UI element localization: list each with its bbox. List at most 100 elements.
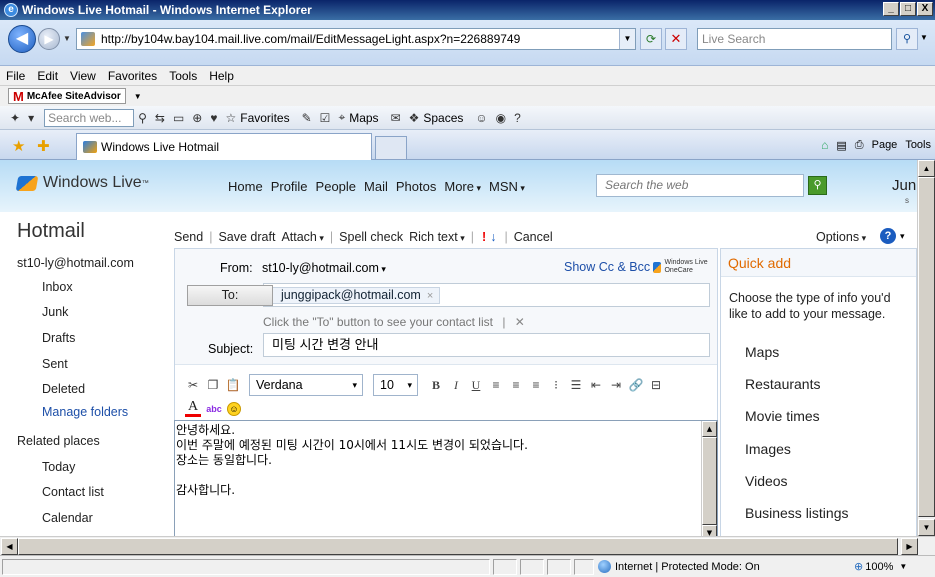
menu-file[interactable]: File xyxy=(6,69,25,83)
spell-check-button[interactable]: Spell check xyxy=(339,230,403,244)
nav-home[interactable]: Home xyxy=(228,179,263,194)
feeds-icon[interactable]: ▤ xyxy=(836,139,846,152)
horizontal-scroll-thumb[interactable] xyxy=(18,538,898,555)
increase-indent-icon[interactable]: ⇥ xyxy=(608,377,624,393)
editor-scroll-thumb[interactable] xyxy=(702,437,717,525)
font-size-select[interactable]: 10 xyxy=(373,374,418,396)
recipient-chip[interactable]: junggipack@hotmail.com × xyxy=(270,287,441,304)
home-icon[interactable]: ⌂ xyxy=(821,138,828,152)
new-tab-button[interactable] xyxy=(375,136,407,159)
show-cc-bcc-link[interactable]: Show Cc & Bcc xyxy=(564,260,650,274)
search-options-dropdown-icon[interactable]: ▼ xyxy=(920,33,928,42)
add-favorite-icon[interactable]: ✚ xyxy=(37,137,50,155)
horizontal-rule-icon[interactable]: ⊟ xyxy=(648,377,664,393)
menu-view[interactable]: View xyxy=(70,69,96,83)
address-dropdown-icon[interactable]: ▼ xyxy=(619,29,635,49)
nav-msn[interactable]: MSN xyxy=(489,179,525,194)
close-button[interactable]: X xyxy=(917,2,933,16)
zoom-control[interactable]: ⊕ 100% ▼ xyxy=(854,560,907,574)
account-email[interactable]: st10-ly@hotmail.com xyxy=(17,256,134,270)
menu-favorites[interactable]: Favorites xyxy=(108,69,157,83)
highlight-icon[interactable]: ⇆ xyxy=(155,111,165,125)
align-center-icon[interactable]: ≡ xyxy=(508,377,524,393)
from-select[interactable]: st10-ly@hotmail.com xyxy=(262,261,386,275)
page-horizontal-scrollbar[interactable]: ◀ ▶ xyxy=(0,536,935,555)
save-draft-button[interactable]: Save draft xyxy=(218,230,275,244)
subject-input[interactable]: 미팅 시간 변경 안내 xyxy=(263,333,710,357)
editor-scroll-up-icon[interactable]: ▲ xyxy=(702,421,717,437)
quick-add-images[interactable]: Images xyxy=(745,441,791,457)
spell-check-icon[interactable]: abc xyxy=(205,404,223,414)
editor-scrollbar[interactable]: ▲ ▼ xyxy=(701,421,717,536)
manage-folders-link[interactable]: Manage folders xyxy=(42,405,128,419)
toolbar-maps[interactable]: Maps xyxy=(349,111,378,125)
web-search-button[interactable]: ⚲ xyxy=(808,176,827,195)
mail-icon[interactable]: ✉ xyxy=(391,111,401,125)
toolbar-dropdown-icon[interactable]: ▾ xyxy=(28,111,34,125)
decrease-indent-icon[interactable]: ⇤ xyxy=(588,377,604,393)
menu-edit[interactable]: Edit xyxy=(37,69,58,83)
help-icon[interactable]: ? xyxy=(880,228,896,244)
low-importance-icon[interactable]: ↓ xyxy=(490,230,496,244)
emoticon-icon[interactable]: ☺ xyxy=(227,401,241,416)
toolbar-favorites[interactable]: Favorites xyxy=(240,111,289,125)
related-today[interactable]: Today xyxy=(42,460,75,474)
forward-button[interactable]: ▶ xyxy=(38,28,60,50)
page-menu[interactable]: Page xyxy=(872,139,898,151)
zoom-dropdown-icon[interactable]: ▼ xyxy=(899,562,907,571)
scroll-down-icon[interactable]: ▼ xyxy=(918,519,935,536)
tab-windows-live-hotmail[interactable]: Windows Live Hotmail xyxy=(76,133,372,160)
page-vertical-scrollbar[interactable]: ▲ ▼ xyxy=(917,160,935,536)
quick-add-videos[interactable]: Videos xyxy=(745,473,788,489)
toolbar-spaces[interactable]: Spaces xyxy=(423,111,463,125)
maximize-button[interactable]: □ xyxy=(900,2,916,16)
bold-button[interactable]: B xyxy=(428,377,444,393)
to-field[interactable]: junggipack@hotmail.com × xyxy=(263,283,710,307)
menu-tools[interactable]: Tools xyxy=(169,69,197,83)
windows-live-logo[interactable]: Windows Live ™ xyxy=(15,174,149,192)
nav-profile[interactable]: Profile xyxy=(271,179,308,194)
numbered-list-icon[interactable]: ⁝ xyxy=(548,377,564,393)
folder-deleted[interactable]: Deleted xyxy=(42,382,85,396)
messenger-icon[interactable]: ☺ xyxy=(475,111,487,125)
copy-icon[interactable]: ❐ xyxy=(205,377,221,393)
folder-drafts[interactable]: Drafts xyxy=(42,331,75,345)
edit-icon[interactable]: ☑ xyxy=(320,111,331,125)
quick-add-business-listings[interactable]: Business listings xyxy=(745,505,849,521)
folder-junk[interactable]: Junk xyxy=(42,305,68,319)
search-web-input[interactable]: Search web... xyxy=(44,108,135,127)
favorites-center-icon[interactable]: ★ xyxy=(12,137,25,155)
pen-icon[interactable]: ✎ xyxy=(302,111,312,125)
related-contact-list[interactable]: Contact list xyxy=(42,485,104,499)
search-go-button[interactable]: ⚲ xyxy=(896,28,918,50)
print-icon[interactable]: ⎙ xyxy=(855,139,864,152)
scroll-left-icon[interactable]: ◀ xyxy=(1,538,18,555)
link-icon[interactable]: 🔗 xyxy=(628,377,644,393)
address-bar[interactable]: http://by104w.bay104.mail.live.com/mail/… xyxy=(76,28,636,50)
security-zone[interactable]: Internet | Protected Mode: On xyxy=(598,560,760,573)
page-scroll-thumb[interactable] xyxy=(918,177,935,517)
nav-mail[interactable]: Mail xyxy=(364,179,388,194)
font-family-select[interactable]: Verdana xyxy=(249,374,363,396)
toolbar-help-icon[interactable]: ? xyxy=(514,111,521,125)
onecare-icon[interactable]: ◉ xyxy=(496,111,506,125)
nav-people[interactable]: People xyxy=(316,179,356,194)
favorites-star-icon[interactable]: ☆ xyxy=(225,111,236,125)
align-left-icon[interactable]: ≡ xyxy=(488,377,504,393)
live-search-input[interactable]: Live Search xyxy=(697,28,892,50)
history-dropdown-icon[interactable]: ▼ xyxy=(63,34,71,43)
folder-inbox[interactable]: Inbox xyxy=(42,280,73,294)
cut-icon[interactable]: ✂ xyxy=(185,377,201,393)
minimize-button[interactable]: _ xyxy=(883,2,899,16)
folder-sent[interactable]: Sent xyxy=(42,357,68,371)
tools-menu[interactable]: Tools xyxy=(905,139,931,151)
refresh-button[interactable]: ⟳ xyxy=(640,28,662,50)
editor-scroll-down-icon[interactable]: ▼ xyxy=(702,525,717,536)
back-button[interactable]: ◀ xyxy=(8,25,36,53)
attach-button[interactable]: Attach xyxy=(281,230,323,244)
related-calendar[interactable]: Calendar xyxy=(42,511,93,525)
quick-add-movie-times[interactable]: Movie times xyxy=(745,408,820,424)
search-icon[interactable]: ⚲ xyxy=(138,111,147,125)
web-search-input[interactable]: Search the web xyxy=(596,174,804,197)
user-name[interactable]: Jun xyxy=(892,177,916,194)
